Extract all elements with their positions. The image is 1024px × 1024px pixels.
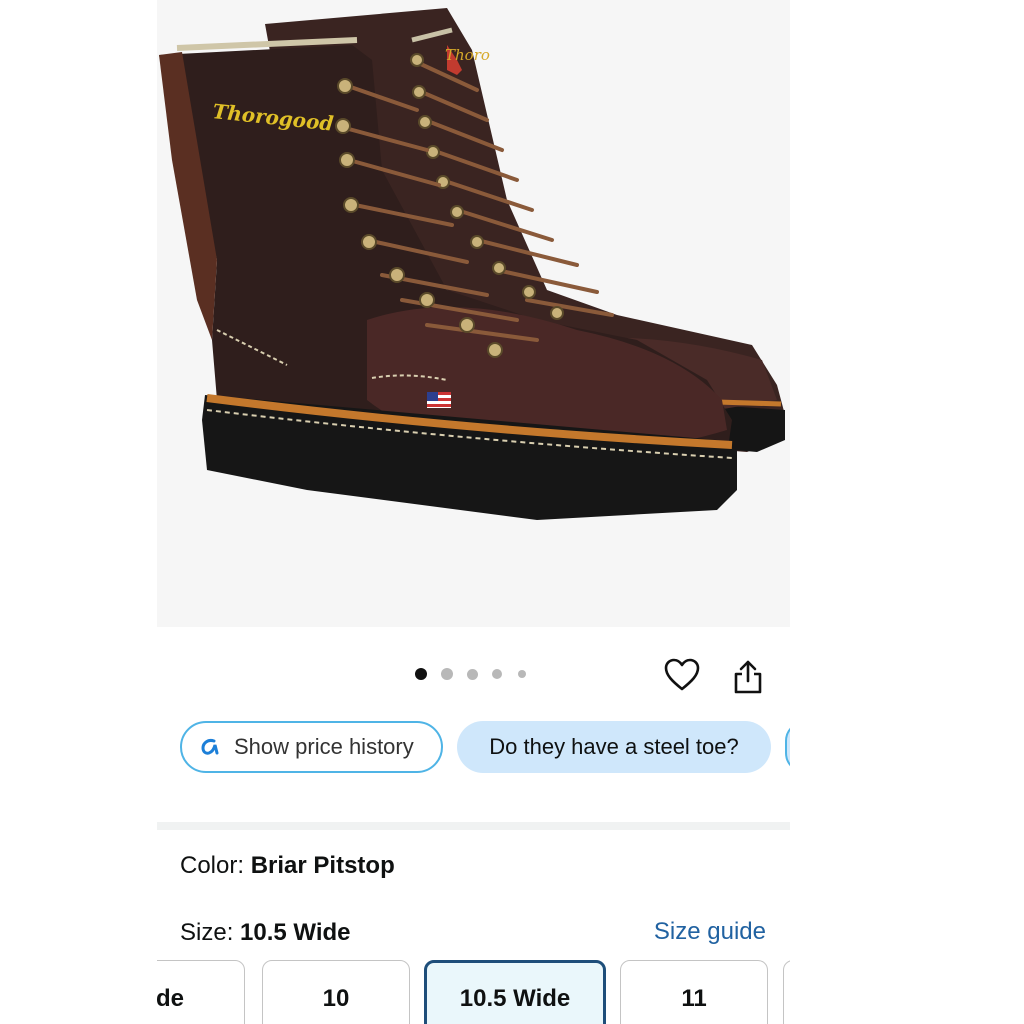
size-option-label: Wide xyxy=(157,985,184,1012)
product-detail-screen: Thoro Thorogood Show price history Do th… xyxy=(157,0,790,1024)
size-option-label: 10 xyxy=(322,985,350,1012)
size-option-next[interactable] xyxy=(783,960,790,1024)
steel-toe-question-chip[interactable]: Do they have a steel toe? xyxy=(457,721,771,773)
image-carousel-dots[interactable] xyxy=(415,668,526,680)
rufus-ai-icon xyxy=(200,737,222,757)
show-price-history-label: Show price history xyxy=(234,734,414,759)
share-icon xyxy=(734,660,762,694)
size-option-11[interactable]: 11 xyxy=(620,960,768,1024)
wishlist-button[interactable] xyxy=(662,655,702,695)
color-selection: Color: Briar Pitstop xyxy=(180,852,395,880)
share-button[interactable] xyxy=(728,655,768,699)
carousel-dot-2[interactable] xyxy=(441,668,453,680)
show-price-history-chip[interactable]: Show price history xyxy=(180,721,443,773)
size-option-10[interactable]: 10 xyxy=(262,960,410,1024)
color-label: Color: xyxy=(180,852,245,879)
size-guide-link[interactable]: Size guide xyxy=(654,918,766,946)
size-option-label: 10.5 Wide xyxy=(459,985,571,1012)
carousel-dot-4[interactable] xyxy=(492,669,502,679)
svg-text:Thoro: Thoro xyxy=(445,46,490,64)
carousel-dot-5[interactable] xyxy=(518,670,526,678)
boots-illustration: Thoro Thorogood xyxy=(159,8,785,520)
size-label: Size: xyxy=(180,919,234,946)
size-option-10-5-wide-selected[interactable]: 10.5 Wide xyxy=(424,960,606,1024)
product-image[interactable]: Thoro Thorogood xyxy=(157,0,790,627)
section-divider xyxy=(157,822,790,830)
carousel-dot-3[interactable] xyxy=(467,668,478,680)
size-option-wide[interactable]: Wide xyxy=(157,960,245,1024)
heart-icon xyxy=(664,658,700,691)
size-selection: Size: 10.5 Wide xyxy=(180,919,351,947)
steel-toe-question-label: Do they have a steel toe? xyxy=(489,734,739,759)
size-option-label: 11 xyxy=(681,985,707,1012)
color-value: Briar Pitstop xyxy=(250,852,395,879)
next-question-chip[interactable] xyxy=(785,721,790,773)
carousel-dot-1[interactable] xyxy=(415,668,427,680)
size-value: 10.5 Wide xyxy=(240,919,351,946)
